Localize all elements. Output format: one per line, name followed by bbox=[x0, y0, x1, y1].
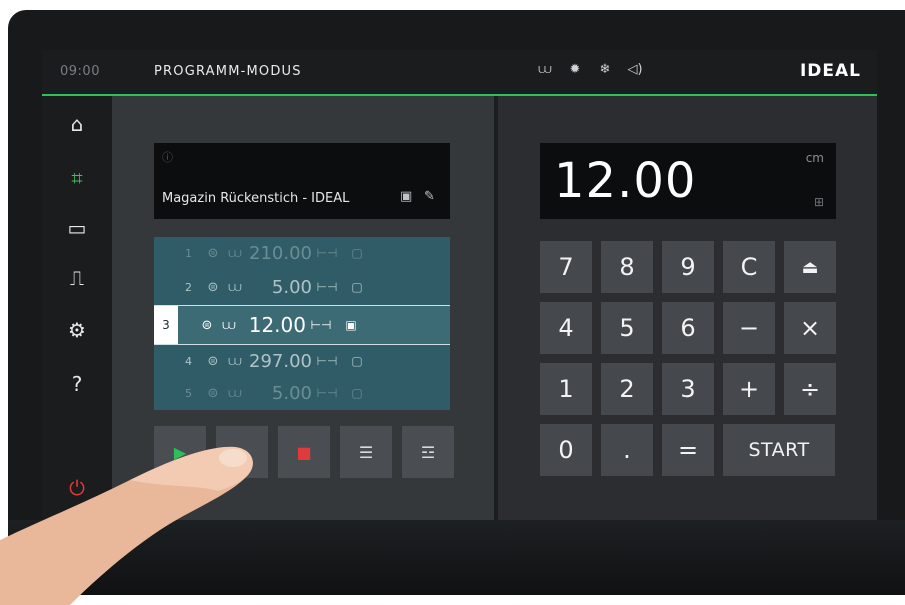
page-icon: ▢ bbox=[351, 246, 363, 260]
measure-icon: ⊢⊣ bbox=[316, 354, 338, 368]
clock: 09:00 bbox=[60, 64, 100, 79]
key-9[interactable]: 9 bbox=[662, 241, 714, 293]
device-bezel-bottom bbox=[8, 520, 905, 595]
step-number: 1 bbox=[185, 246, 192, 260]
snowflake-icon: ❄ bbox=[599, 62, 611, 77]
step-value: 210.00 bbox=[249, 242, 312, 264]
step-number: 5 bbox=[185, 386, 192, 400]
stack-icon: ⩊ bbox=[538, 62, 552, 77]
step-value: 12.00 bbox=[248, 313, 306, 337]
measure-icon: ⊢⊣ bbox=[310, 318, 332, 332]
gear-icon[interactable]: ⚙ bbox=[56, 310, 98, 350]
save-icon[interactable]: ▣ bbox=[400, 189, 412, 204]
pause-button[interactable] bbox=[216, 426, 268, 478]
delete-step-button[interactable]: ☲ bbox=[402, 426, 454, 478]
brand-logo: IDEAL bbox=[799, 61, 861, 81]
program-panel: ⓘ Magazin Rückenstich - IDEAL ▣ ✎ 1 ⊜ ⩊ … bbox=[112, 96, 494, 520]
crop-icon[interactable]: ⌗ bbox=[56, 158, 98, 198]
key-8[interactable]: 8 bbox=[601, 241, 653, 293]
stack-icon: ⩊ bbox=[228, 385, 242, 401]
step-value: 5.00 bbox=[271, 382, 312, 404]
power-icon[interactable]: ⏻ bbox=[56, 468, 98, 508]
step-row[interactable]: 2 ⊜ ⩊ 5.00 ⊢⊣ ▢ bbox=[154, 271, 450, 303]
key-plus[interactable]: + bbox=[723, 363, 775, 415]
touch-screen: 09:00 PROGRAMM-MODUS ⩊ ✹ ❄ ◁) IDEAL ⌂ ⌗ … bbox=[42, 50, 877, 520]
sound-icon: ◁) bbox=[627, 62, 643, 77]
stack-icon: ⩊ bbox=[228, 279, 242, 295]
stop-button[interactable]: ■ bbox=[278, 426, 330, 478]
stack-icon: ⩊ bbox=[228, 245, 242, 261]
step-number: 3 bbox=[154, 306, 178, 344]
key-7[interactable]: 7 bbox=[540, 241, 592, 293]
clamp-icon: ⊜ bbox=[207, 245, 219, 261]
measure-mode-icon[interactable]: ⊞ bbox=[814, 195, 824, 209]
clamp-icon: ⊜ bbox=[201, 317, 213, 333]
program-name: Magazin Rückenstich - IDEAL bbox=[162, 191, 350, 206]
page-icon: ▣ bbox=[345, 318, 357, 332]
key-decimal[interactable]: . bbox=[601, 424, 653, 476]
key-multiply[interactable]: × bbox=[784, 302, 836, 354]
key-3[interactable]: 3 bbox=[662, 363, 714, 415]
insert-step-button[interactable]: ☰ bbox=[340, 426, 392, 478]
light-icon: ✹ bbox=[569, 62, 581, 77]
top-bar: 09:00 PROGRAMM-MODUS ⩊ ✹ ❄ ◁) IDEAL bbox=[42, 50, 877, 96]
step-value: 5.00 bbox=[271, 276, 312, 298]
keypad-panel: 12.00 cm ⊞ 7 8 9 C ⏏ 4 5 6 − × 1 2 3 + ÷… bbox=[498, 96, 877, 520]
page-icon: ▢ bbox=[351, 386, 363, 400]
key-6[interactable]: 6 bbox=[662, 302, 714, 354]
step-row-selected[interactable]: 3 ⊜ ⩊ 12.00 ⊢⊣ ▣ bbox=[154, 305, 450, 345]
step-value: 297.00 bbox=[249, 350, 312, 372]
key-divide[interactable]: ÷ bbox=[784, 363, 836, 415]
eject-icon[interactable]: ⏏ bbox=[784, 241, 836, 293]
step-row[interactable]: 1 ⊜ ⩊ 210.00 ⊢⊣ ▢ bbox=[154, 237, 450, 269]
measure-icon: ⊢⊣ bbox=[316, 386, 338, 400]
step-row[interactable]: 5 ⊜ ⩊ 5.00 ⊢⊣ ▢ bbox=[154, 377, 450, 409]
folder-icon[interactable]: ▭ bbox=[56, 208, 98, 248]
stack-icon: ⩊ bbox=[222, 317, 236, 333]
help-icon[interactable]: ? bbox=[56, 364, 98, 404]
status-icons: ⩊ ✹ ❄ ◁) bbox=[537, 62, 643, 77]
play-button[interactable]: ▶ bbox=[154, 426, 206, 478]
step-number: 4 bbox=[185, 354, 192, 368]
clamp-icon: ⊜ bbox=[207, 353, 219, 369]
key-5[interactable]: 5 bbox=[601, 302, 653, 354]
home-icon[interactable]: ⌂ bbox=[56, 104, 98, 144]
step-row[interactable]: 4 ⊜ ⩊ 297.00 ⊢⊣ ▢ bbox=[154, 345, 450, 377]
key-clear[interactable]: C bbox=[723, 241, 775, 293]
step-number: 2 bbox=[185, 280, 192, 294]
key-4[interactable]: 4 bbox=[540, 302, 592, 354]
start-button[interactable]: START bbox=[723, 424, 835, 476]
step-list[interactable]: 1 ⊜ ⩊ 210.00 ⊢⊣ ▢ 2 ⊜ ⩊ 5.00 ⊢⊣ ▢ 3 ⊜ ⩊ … bbox=[154, 237, 450, 410]
display-value: 12.00 bbox=[554, 153, 697, 209]
value-display: 12.00 cm ⊞ bbox=[540, 143, 836, 219]
clamp-icon: ⊜ bbox=[207, 279, 219, 295]
measure-icon: ⊢⊣ bbox=[316, 246, 338, 260]
display-unit: cm bbox=[805, 151, 824, 165]
key-minus[interactable]: − bbox=[723, 302, 775, 354]
sidebar: ⌂ ⌗ ▭ ⎍ ⚙ ? ⏻ bbox=[42, 96, 112, 520]
clamp-icon: ⊜ bbox=[207, 385, 219, 401]
door-icon[interactable]: ⎍ bbox=[56, 258, 98, 298]
key-2[interactable]: 2 bbox=[601, 363, 653, 415]
page-icon: ▢ bbox=[351, 280, 363, 294]
stack-icon: ⩊ bbox=[228, 353, 242, 369]
key-1[interactable]: 1 bbox=[540, 363, 592, 415]
edit-icon[interactable]: ✎ bbox=[424, 189, 435, 204]
measure-icon: ⊢⊣ bbox=[316, 280, 338, 294]
page-icon: ▢ bbox=[351, 354, 363, 368]
info-icon[interactable]: ⓘ bbox=[162, 149, 173, 165]
key-0[interactable]: 0 bbox=[540, 424, 592, 476]
mode-title: PROGRAMM-MODUS bbox=[154, 64, 302, 79]
program-header: ⓘ Magazin Rückenstich - IDEAL ▣ ✎ bbox=[154, 143, 450, 219]
program-controls: ▶ ■ ☰ ☲ bbox=[154, 426, 454, 478]
key-equals[interactable]: = bbox=[662, 424, 714, 476]
